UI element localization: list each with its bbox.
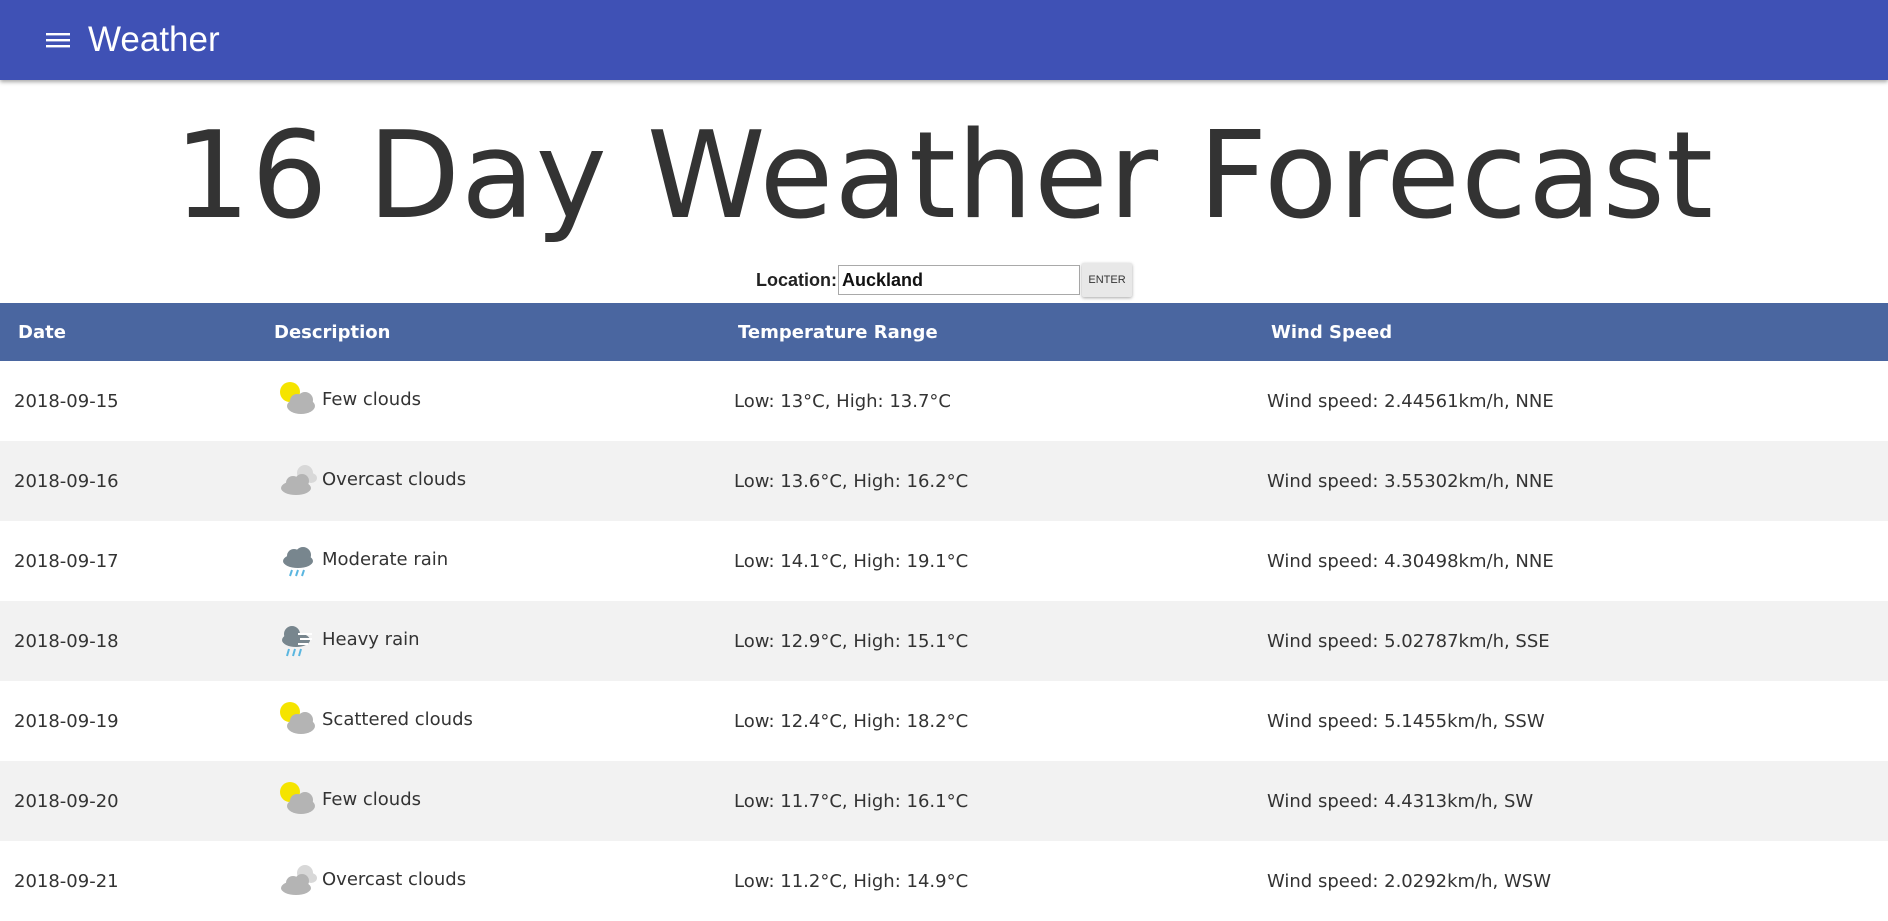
scattered-clouds-icon [276, 699, 320, 739]
cell-temperature: Low: 11.7°C, High: 16.1°C [728, 761, 1261, 841]
location-label: Location: [756, 269, 837, 290]
description-text: Moderate rain [322, 548, 449, 570]
cell-description: Overcast clouds [260, 841, 728, 921]
few-clouds-icon [276, 779, 320, 819]
header-date: Date [0, 303, 260, 361]
overcast-clouds-icon [276, 859, 320, 899]
cell-date: 2018-09-15 [14, 390, 119, 412]
cell-temperature: Low: 13°C, High: 13.7°C [734, 390, 951, 412]
cell-wind: Wind speed: 5.1455km/h, SSW [1267, 710, 1545, 732]
cell-date: 2018-09-16 [0, 441, 260, 521]
cell-temperature: Low: 12.4°C, High: 18.2°C [734, 710, 969, 732]
table-row: 2018-09-19 Scattered clouds Low: 12.4°C, H… [0, 681, 1888, 761]
description-text: Scattered clouds [322, 708, 473, 730]
location-input[interactable] [838, 265, 1080, 295]
cell-wind: Wind speed: 2.44561km/h, NNE [1267, 390, 1554, 412]
table-row: 2018-09-17 Moderate rain Low: 14.1°C, High… [0, 521, 1888, 601]
table-row: 2018-09-15 Few clouds Low: 13°C, High: 13.… [0, 361, 1888, 441]
heavy-rain-icon [276, 619, 320, 659]
app-title: Weather [88, 20, 220, 59]
menu-icon[interactable] [30, 12, 86, 68]
cell-wind: Wind speed: 3.55302km/h, NNE [1261, 441, 1888, 521]
forecast-table: Date Description Temperature Range Wind … [0, 303, 1888, 921]
cell-date: 2018-09-18 [0, 601, 260, 681]
header-temperature: Temperature Range [728, 303, 1261, 361]
cell-wind: Wind speed: 2.0292km/h, WSW [1267, 870, 1552, 892]
description-text: Few clouds [322, 388, 422, 410]
cell-description: Heavy rain [260, 601, 728, 681]
cell-date: 2018-09-19 [14, 710, 119, 732]
table-row: 2018-09-16 Overcast clouds Low: 13.6°C, Hi… [0, 441, 1888, 521]
cell-temperature: Low: 12.9°C, High: 15.1°C [728, 601, 1261, 681]
cell-description: Few clouds [260, 761, 728, 841]
cell-description: Few clouds [260, 361, 728, 441]
header-wind: Wind Speed [1261, 303, 1888, 361]
table-row: 2018-09-21 Overcast clouds Low: 11.2°C, Hi… [0, 841, 1888, 921]
description-text: Overcast clouds [322, 868, 467, 890]
page-title: 16 Day Weather Forecast [173, 107, 1715, 246]
cell-temperature: Low: 11.2°C, High: 14.9°C [734, 870, 969, 892]
app-bar: Weather [0, 0, 1888, 80]
location-form: Location: ENTER [0, 263, 1888, 297]
cell-temperature: Low: 13.6°C, High: 16.2°C [728, 441, 1261, 521]
enter-button[interactable]: ENTER [1082, 263, 1132, 297]
cell-wind: Wind speed: 5.02787km/h, SSE [1261, 601, 1888, 681]
table-row: 2018-09-18 Heavy rain Low: 12.9°C, High: 1… [0, 601, 1888, 681]
cell-description: Scattered clouds [260, 681, 728, 761]
overcast-clouds-icon [276, 459, 320, 499]
cell-description: Overcast clouds [260, 441, 728, 521]
description-text: Few clouds [322, 788, 422, 810]
cell-wind: Wind speed: 4.4313km/h, SW [1261, 761, 1888, 841]
description-text: Overcast clouds [322, 468, 467, 490]
description-text: Heavy rain [322, 628, 420, 650]
cell-date: 2018-09-20 [0, 761, 260, 841]
few-clouds-icon [276, 379, 320, 419]
cell-wind: Wind speed: 4.30498km/h, NNE [1267, 550, 1554, 572]
moderate-rain-icon [276, 539, 320, 579]
cell-description: Moderate rain [260, 521, 728, 601]
cell-date: 2018-09-21 [14, 870, 119, 892]
cell-date: 2018-09-17 [14, 550, 119, 572]
header-description: Description [260, 303, 728, 361]
table-header-row: Date Description Temperature Range Wind … [0, 303, 1888, 361]
cell-temperature: Low: 14.1°C, High: 19.1°C [734, 550, 969, 572]
table-row: 2018-09-20 Few clouds Low: 11.7°C, High: 1… [0, 761, 1888, 841]
